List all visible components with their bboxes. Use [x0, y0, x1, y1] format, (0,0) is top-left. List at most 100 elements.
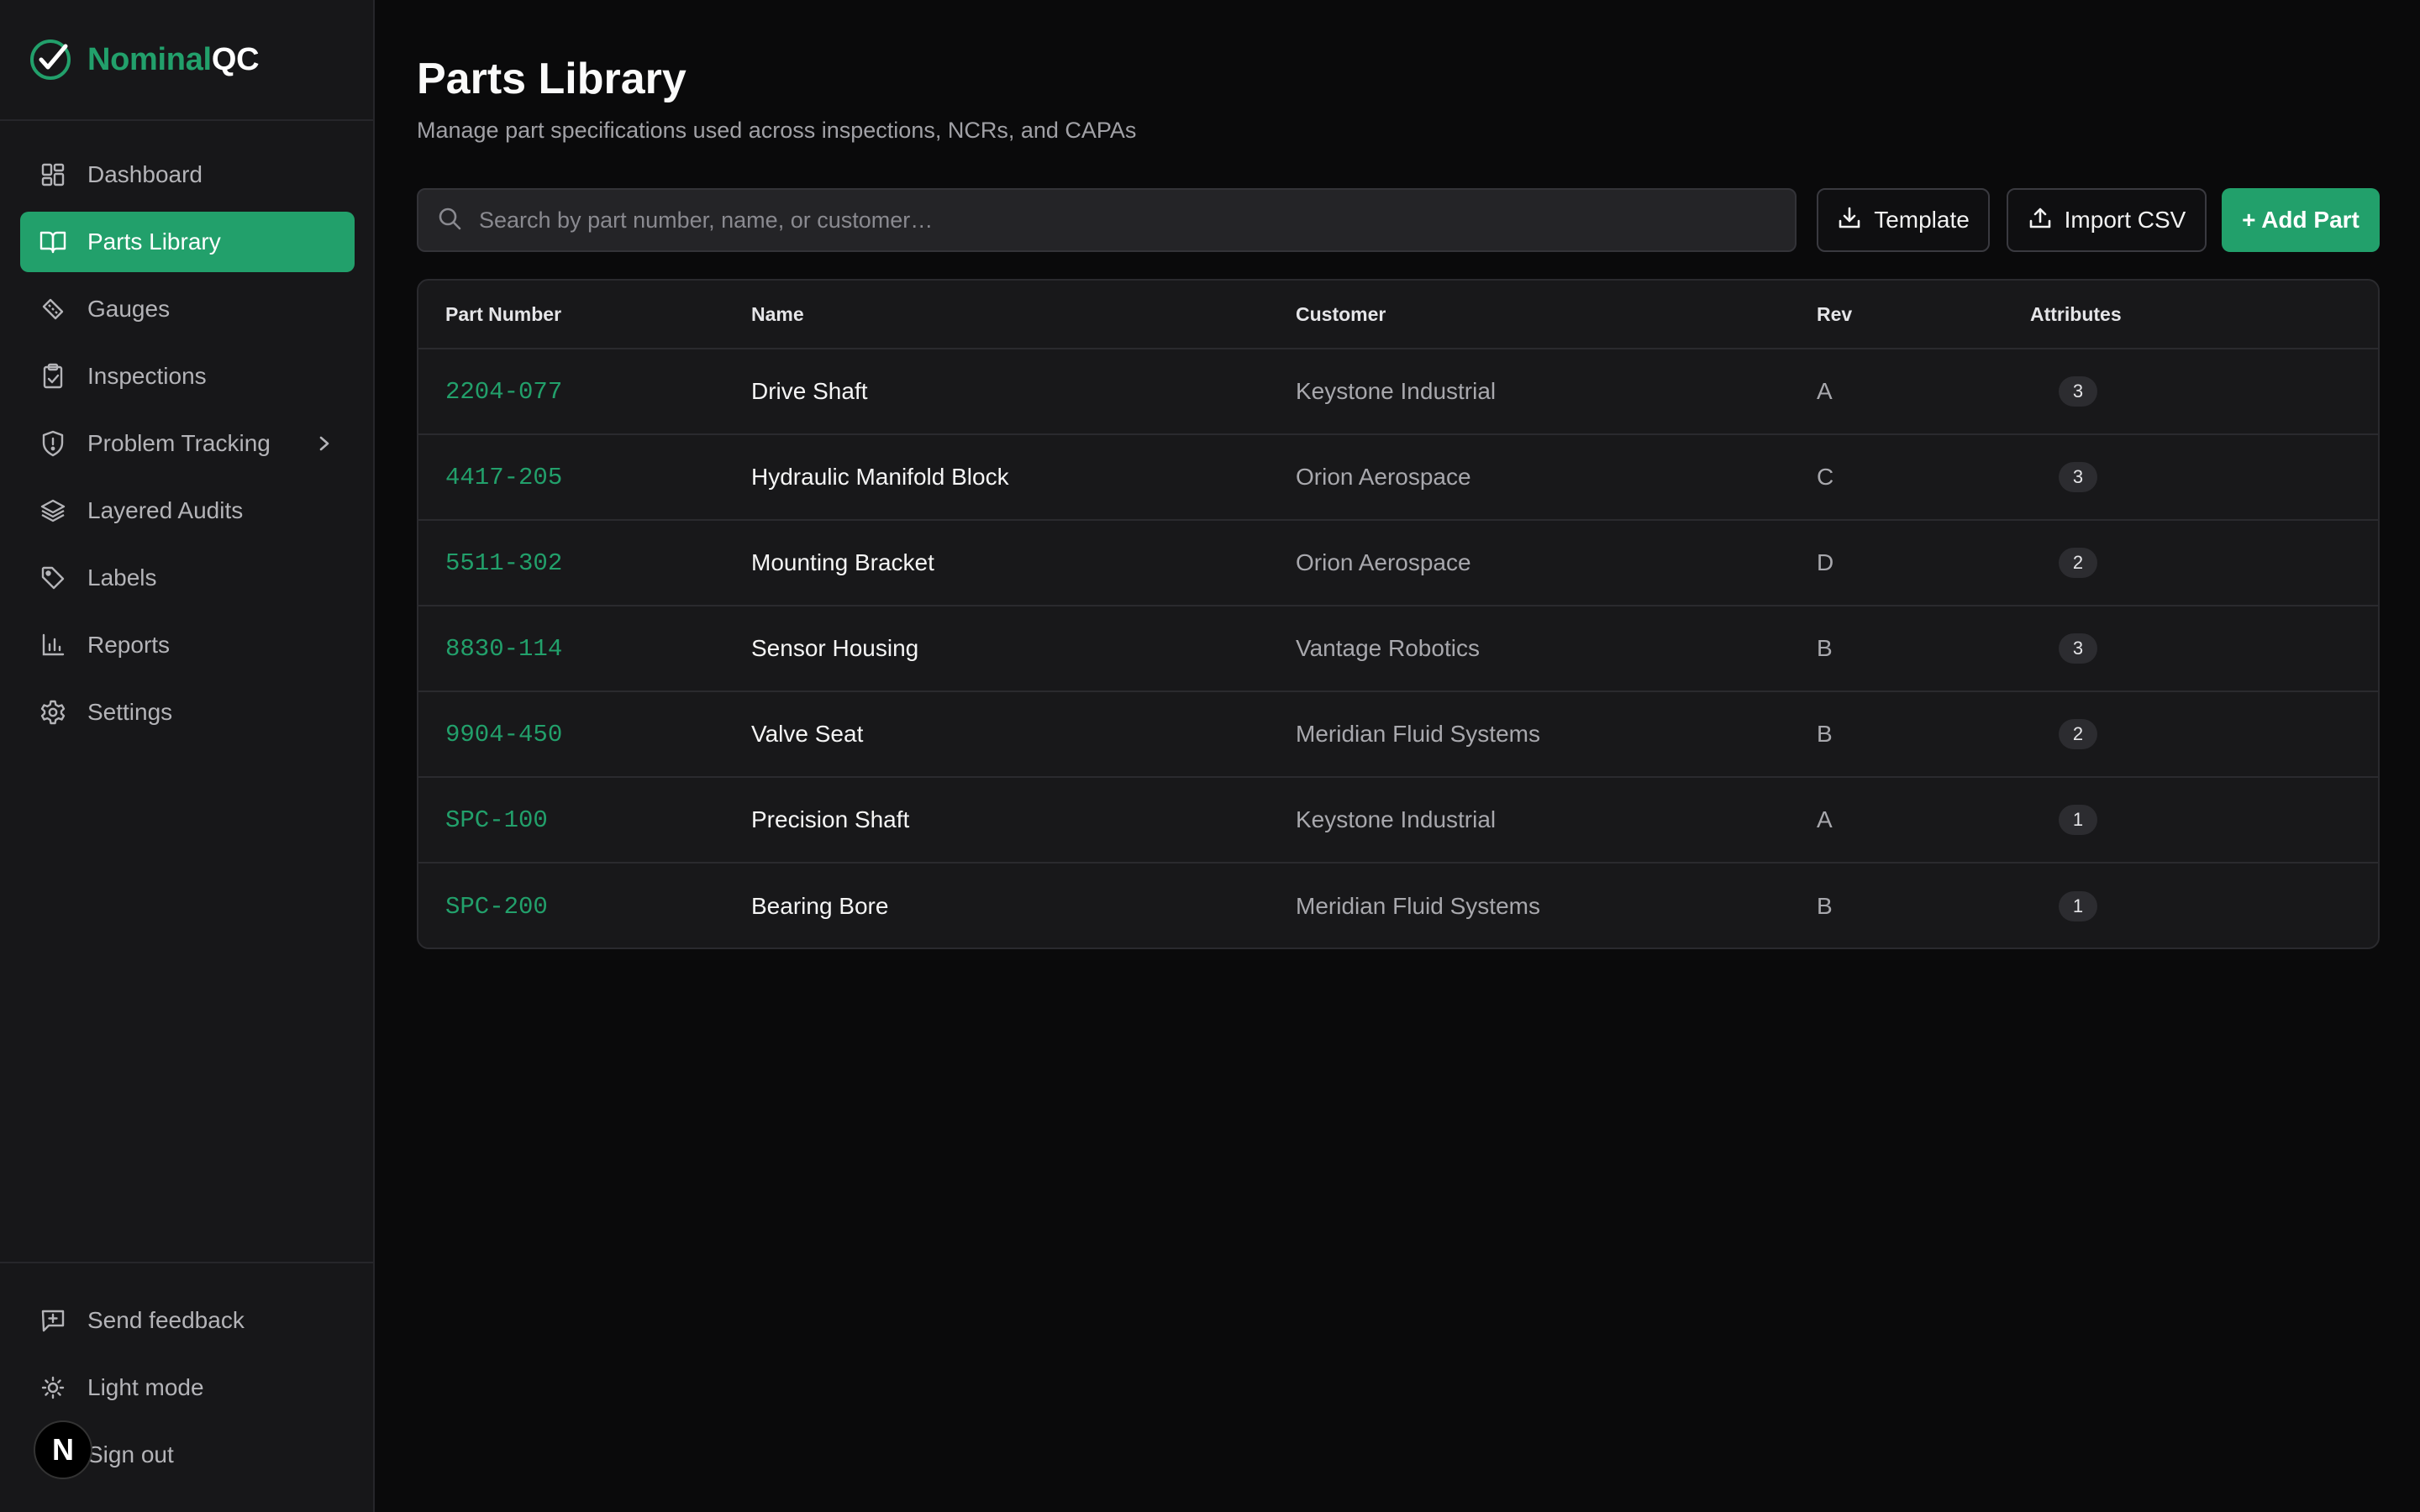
- part-customer: Meridian Fluid Systems: [1296, 893, 1540, 919]
- sidebar-item-label: Layered Audits: [87, 497, 244, 523]
- upload-icon: [2028, 205, 2053, 236]
- page-subtitle: Manage part specifications used across i…: [417, 118, 1137, 143]
- table-row[interactable]: 4417-205 Hydraulic Manifold Block Orion …: [418, 435, 2378, 521]
- column-header-rev[interactable]: Rev: [1817, 303, 1852, 326]
- sidebar-item-label: Reports: [87, 632, 171, 658]
- sidebar-bottom-divider: [0, 1262, 375, 1263]
- parts-table: Part Number Name Customer Rev Attributes…: [417, 279, 2380, 949]
- attributes-count-badge: 2: [2059, 548, 2097, 578]
- page-title: Parts Library: [417, 55, 687, 103]
- part-customer: Orion Aerospace: [1296, 549, 1471, 575]
- part-number-link[interactable]: 4417-205: [445, 464, 562, 491]
- template-button-label: Template: [1874, 207, 1970, 233]
- bar-chart-icon: [39, 631, 67, 659]
- part-name: Precision Shaft: [751, 806, 910, 832]
- part-rev: B: [1817, 893, 1833, 919]
- table-row[interactable]: 5511-302 Mounting Bracket Orion Aerospac…: [418, 521, 2378, 606]
- sidebar-item-labels[interactable]: Labels: [20, 548, 355, 608]
- table-row[interactable]: SPC-100 Precision Shaft Keystone Industr…: [418, 778, 2378, 864]
- add-part-button[interactable]: + Add Part: [2222, 188, 2380, 252]
- table-row[interactable]: 8830-114 Sensor Housing Vantage Robotics…: [418, 606, 2378, 692]
- app-root: NominalQC Dashboard Parts Library Gauges…: [0, 0, 2420, 1512]
- sun-icon: [39, 1373, 67, 1402]
- part-number-link[interactable]: 2204-077: [445, 378, 562, 406]
- sidebar-item-settings[interactable]: Settings: [20, 682, 355, 743]
- table-row[interactable]: 9904-450 Valve Seat Meridian Fluid Syste…: [418, 692, 2378, 778]
- part-rev: C: [1817, 464, 1834, 490]
- part-rev: A: [1817, 806, 1833, 832]
- part-number-link[interactable]: 8830-114: [445, 635, 562, 663]
- sidebar-item-label: Settings: [87, 699, 173, 725]
- send-feedback-label: Send feedback: [87, 1307, 245, 1333]
- part-name: Mounting Bracket: [751, 549, 934, 575]
- attributes-count-badge: 1: [2059, 891, 2097, 921]
- attributes-count-badge: 3: [2059, 462, 2097, 492]
- part-number-link[interactable]: 9904-450: [445, 721, 562, 748]
- sidebar-item-inspections[interactable]: Inspections: [20, 346, 355, 407]
- clipboard-check-icon: [39, 362, 67, 391]
- column-header-customer[interactable]: Customer: [1296, 303, 1386, 326]
- part-name: Drive Shaft: [751, 378, 868, 404]
- part-customer: Vantage Robotics: [1296, 635, 1480, 661]
- sidebar: NominalQC Dashboard Parts Library Gauges…: [0, 0, 375, 1512]
- part-customer: Orion Aerospace: [1296, 464, 1471, 490]
- light-mode-label: Light mode: [87, 1374, 204, 1400]
- part-customer: Meridian Fluid Systems: [1296, 721, 1540, 747]
- brand-name-accent: Nominal: [87, 41, 212, 77]
- layers-icon: [39, 496, 67, 525]
- column-header-name[interactable]: Name: [751, 303, 804, 326]
- download-icon: [1837, 205, 1862, 236]
- sidebar-item-gauges[interactable]: Gauges: [20, 279, 355, 339]
- sidebar-item-parts-library[interactable]: Parts Library: [20, 212, 355, 272]
- light-mode-toggle[interactable]: Light mode: [20, 1357, 355, 1418]
- brand-logo[interactable]: NominalQC: [29, 38, 260, 81]
- attributes-count-badge: 3: [2059, 633, 2097, 664]
- import-csv-button[interactable]: Import CSV: [2007, 188, 2207, 252]
- sidebar-item-dashboard[interactable]: Dashboard: [20, 144, 355, 205]
- search-input[interactable]: [479, 207, 1795, 234]
- part-number-link[interactable]: SPC-200: [445, 893, 548, 921]
- table-header: Part Number Name Customer Rev Attributes: [418, 281, 2378, 349]
- table-row[interactable]: SPC-200 Bearing Bore Meridian Fluid Syst…: [418, 864, 2378, 948]
- import-csv-label: Import CSV: [2064, 207, 2186, 233]
- brand-name-rest: QC: [211, 41, 260, 77]
- sidebar-item-layered-audits[interactable]: Layered Audits: [20, 480, 355, 541]
- sidebar-item-label: Dashboard: [87, 161, 203, 187]
- part-name: Bearing Bore: [751, 893, 889, 919]
- sidebar-item-label: Problem Tracking: [87, 430, 271, 456]
- sidebar-item-label: Inspections: [87, 363, 207, 389]
- book-icon: [39, 228, 67, 256]
- part-rev: B: [1817, 635, 1833, 661]
- part-number-link[interactable]: SPC-100: [445, 806, 548, 834]
- sidebar-item-problem-tracking[interactable]: Problem Tracking: [20, 413, 355, 474]
- sidebar-item-label: Labels: [87, 564, 157, 591]
- message-plus-icon: [39, 1306, 67, 1335]
- dashboard-icon: [39, 160, 67, 189]
- sidebar-divider: [0, 119, 375, 121]
- column-header-part-number[interactable]: Part Number: [445, 303, 561, 326]
- check-circle-icon: [29, 38, 72, 81]
- column-header-attributes[interactable]: Attributes: [2030, 303, 2122, 326]
- shield-alert-icon: [39, 429, 67, 458]
- sidebar-nav: Dashboard Parts Library Gauges Inspectio…: [20, 144, 355, 749]
- attributes-count-badge: 3: [2059, 376, 2097, 407]
- template-button[interactable]: Template: [1817, 188, 1990, 252]
- gear-icon: [39, 698, 67, 727]
- avatar[interactable]: N: [34, 1420, 92, 1479]
- sidebar-item-label: Parts Library: [87, 228, 221, 255]
- send-feedback-button[interactable]: Send feedback: [20, 1290, 355, 1351]
- table-row[interactable]: 2204-077 Drive Shaft Keystone Industrial…: [418, 349, 2378, 435]
- sidebar-item-reports[interactable]: Reports: [20, 615, 355, 675]
- sign-out-label: Sign out: [87, 1441, 174, 1467]
- part-rev: D: [1817, 549, 1834, 575]
- part-name: Hydraulic Manifold Block: [751, 464, 1009, 490]
- part-number-link[interactable]: 5511-302: [445, 549, 562, 577]
- part-rev: A: [1817, 378, 1833, 404]
- chevron-right-icon[interactable]: [316, 431, 333, 462]
- attributes-count-badge: 2: [2059, 719, 2097, 749]
- sidebar-item-label: Gauges: [87, 296, 171, 322]
- search-icon: [437, 206, 462, 235]
- part-rev: B: [1817, 721, 1833, 747]
- search-box[interactable]: [417, 188, 1797, 252]
- part-customer: Keystone Industrial: [1296, 806, 1497, 832]
